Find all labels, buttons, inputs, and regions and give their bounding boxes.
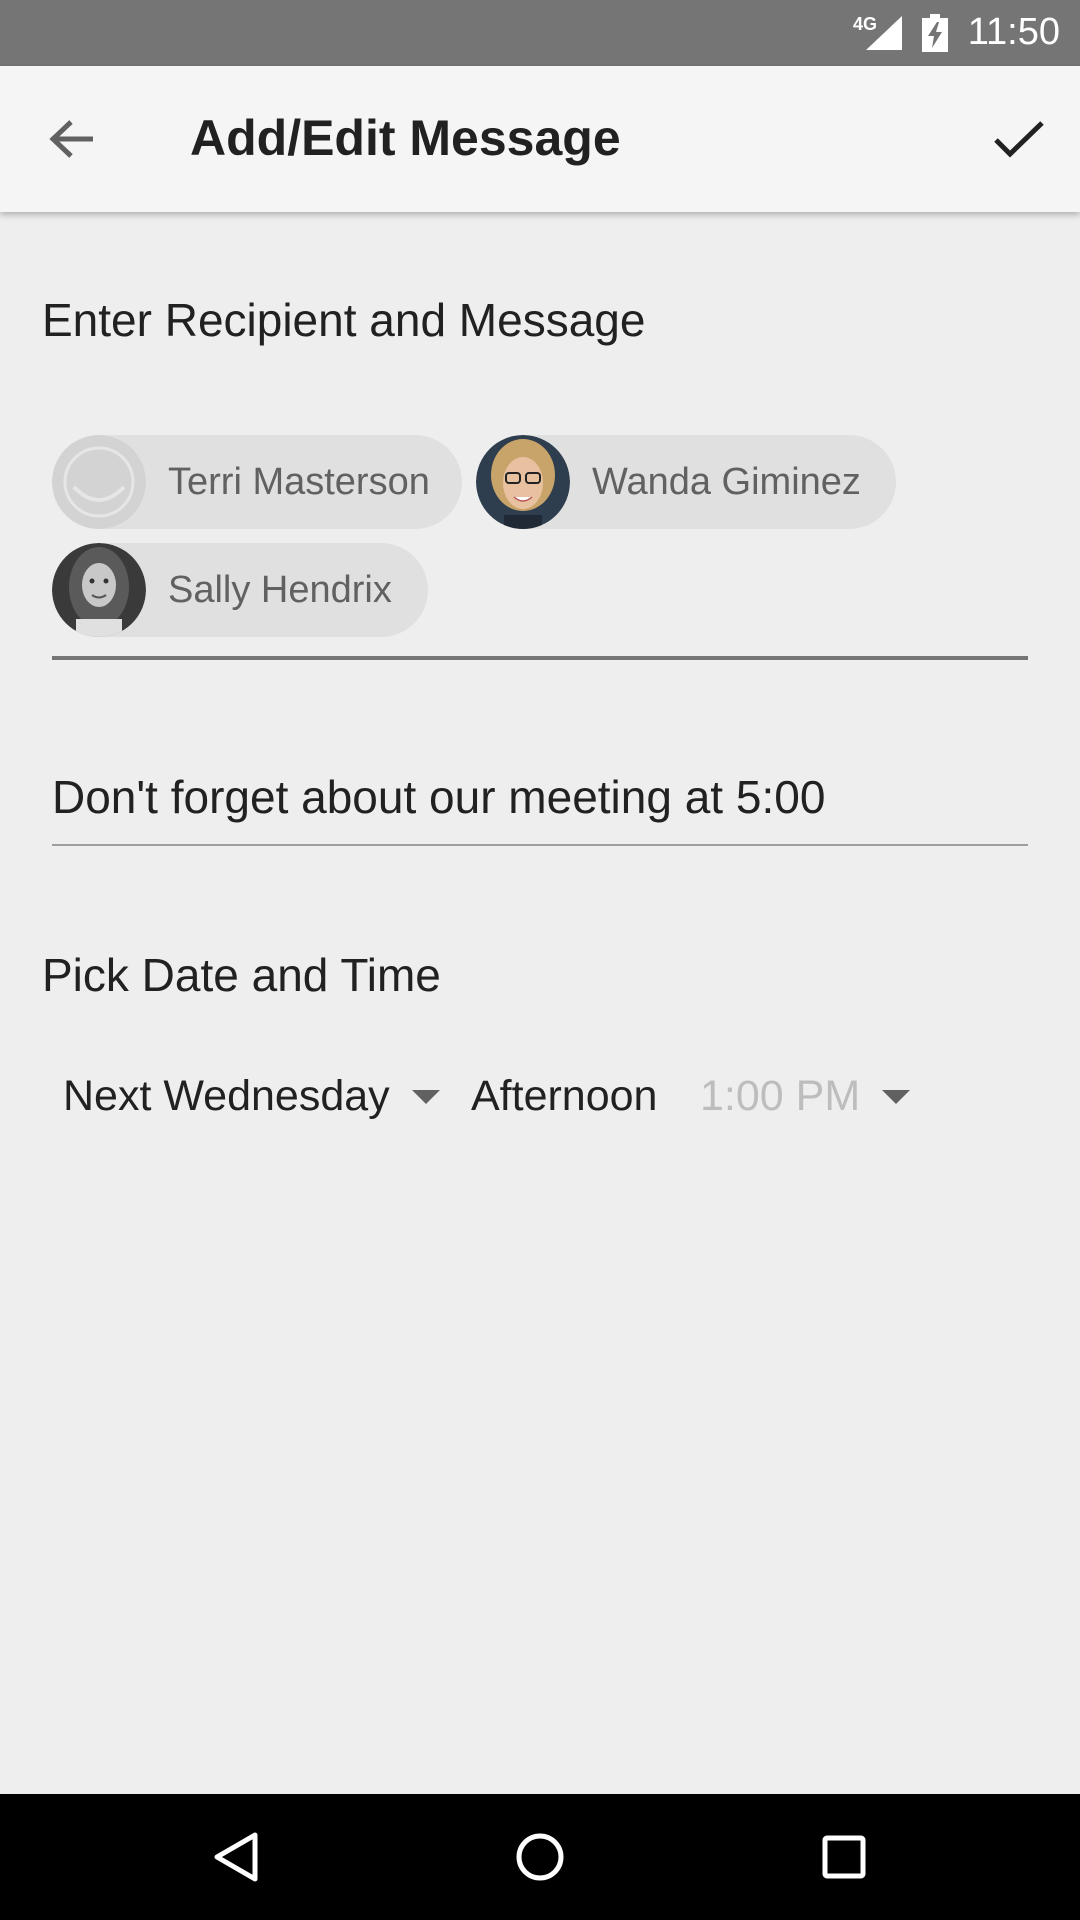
- recipient-name: Wanda Giminez: [592, 460, 861, 503]
- page-title: Add/Edit Message: [190, 110, 621, 166]
- date-dropdown-value: Next Wednesday: [63, 1072, 390, 1120]
- avatar: [476, 435, 570, 529]
- save-button[interactable]: [984, 105, 1054, 175]
- battery-charging-icon: [922, 14, 948, 52]
- status-bar: 4G 11:50: [0, 0, 1080, 66]
- datetime-heading: Pick Date and Time: [42, 949, 441, 1001]
- nav-recents-button[interactable]: [808, 1821, 880, 1893]
- recipient-chip[interactable]: Terri Masterson: [52, 435, 462, 529]
- arrow-back-icon: [49, 120, 93, 158]
- dropdown-arrow-icon: [882, 1089, 911, 1104]
- message-input[interactable]: Don't forget about our meeting at 5:00: [52, 770, 825, 824]
- back-button[interactable]: [38, 105, 106, 173]
- nav-home-button[interactable]: [504, 1821, 576, 1893]
- time-dropdown[interactable]: 1:00 PM: [700, 1072, 911, 1121]
- time-of-day-value: Afternoon: [471, 1072, 658, 1120]
- recipients-field-underline: [52, 656, 1028, 660]
- check-icon: [994, 121, 1044, 158]
- status-clock: 11:50: [967, 11, 1060, 53]
- time-dropdown-value: 1:00 PM: [700, 1072, 861, 1120]
- recipient-name: Terri Masterson: [168, 460, 430, 503]
- recipient-name: Sally Hendrix: [168, 568, 392, 611]
- default-avatar-icon: [52, 435, 146, 529]
- signal-icon: [866, 16, 902, 50]
- avatar: [52, 543, 146, 637]
- dropdown-arrow-icon: [411, 1089, 440, 1104]
- recipient-chip[interactable]: Wanda Giminez: [476, 435, 896, 529]
- date-dropdown[interactable]: Next Wednesday: [63, 1072, 440, 1121]
- recipients-heading: Enter Recipient and Message: [42, 294, 646, 346]
- nav-back-icon: [214, 1832, 258, 1882]
- app-bar: Add/Edit Message: [0, 66, 1080, 212]
- nav-recents-icon: [822, 1835, 866, 1879]
- nav-back-button[interactable]: [200, 1821, 272, 1893]
- nav-home-icon: [516, 1833, 564, 1881]
- recipient-chip[interactable]: Sally Hendrix: [52, 543, 428, 637]
- system-nav-bar: [0, 1794, 1080, 1920]
- time-of-day-field[interactable]: Afternoon: [471, 1072, 657, 1121]
- screen: 4G 11:50 Add/Edit Message Enter Recipien…: [0, 0, 1080, 1920]
- message-field-underline: [52, 844, 1028, 846]
